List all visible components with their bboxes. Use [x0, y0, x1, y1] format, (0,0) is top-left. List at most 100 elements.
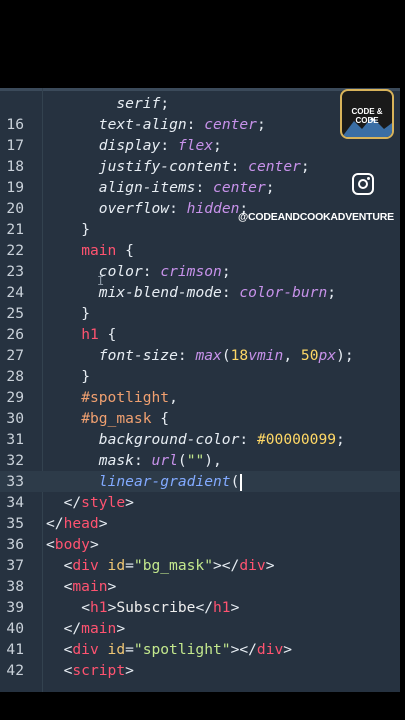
- code-line[interactable]: 22 main {: [0, 240, 400, 261]
- code-token: serif: [116, 95, 161, 112]
- code-line[interactable]: 17 display: flex;: [0, 135, 400, 156]
- code-token: ;: [327, 284, 337, 301]
- code-token: :: [160, 137, 178, 154]
- code-line[interactable]: 30 #bg_mask {: [0, 408, 400, 429]
- code-token: head: [63, 515, 99, 532]
- code-editor[interactable]: serif; 16 text-align: center; 17 display: fl…: [0, 88, 400, 692]
- line-number: 18: [6, 158, 24, 175]
- code-line[interactable]: 31 background-color: #00000099;: [0, 429, 400, 450]
- code-text: <div id="spotlight"></div>: [64, 639, 292, 660]
- code-token: center: [248, 158, 301, 175]
- code-token: ),: [204, 452, 222, 469]
- line-number: 25: [6, 305, 24, 322]
- code-line[interactable]: 35 </head>: [0, 513, 400, 534]
- code-token: >: [283, 641, 293, 658]
- code-line[interactable]: 37 <div id="bg_mask"></div>: [0, 555, 400, 576]
- code-text: #bg_mask {: [81, 408, 169, 429]
- code-line[interactable]: 19 align-items: center;: [0, 177, 400, 198]
- code-text: h1 {: [81, 324, 116, 345]
- code-line[interactable]: 34 </style>: [0, 492, 400, 513]
- text-cursor: [240, 473, 243, 491]
- code-token: }: [81, 221, 90, 238]
- code-token: ></: [230, 641, 257, 658]
- line-number: 33: [6, 473, 24, 490]
- line-number: 24: [6, 284, 24, 301]
- code-line[interactable]: 40 </main>: [0, 618, 400, 639]
- line-number: 29: [6, 389, 24, 406]
- code-token: main: [72, 578, 108, 595]
- code-token: <: [46, 536, 55, 553]
- code-token: main: [81, 242, 117, 259]
- code-token: =: [125, 557, 134, 574]
- code-token: ,: [283, 347, 301, 364]
- code-token: >: [265, 557, 275, 574]
- code-line[interactable]: 36 <body>: [0, 534, 400, 555]
- code-token: ;: [265, 179, 275, 196]
- code-text: main {: [81, 240, 134, 261]
- code-text: overflow: hidden;: [99, 198, 248, 219]
- code-token: "spotlight": [133, 641, 231, 658]
- line-number: 21: [6, 221, 24, 238]
- code-token: (: [221, 347, 231, 364]
- code-line[interactable]: 24 mix-blend-mode: color-burn;: [0, 282, 400, 303]
- code-token: >: [125, 662, 134, 679]
- code-text: mix-blend-mode: color-burn;: [99, 282, 336, 303]
- code-line[interactable]: 18 justify-content: center;: [0, 156, 400, 177]
- code-token: crimson: [160, 263, 222, 280]
- code-token: :: [239, 431, 257, 448]
- line-number: 37: [6, 557, 24, 574]
- code-token: h1: [81, 326, 99, 343]
- code-line[interactable]: 33 linear-gradient(: [0, 471, 400, 492]
- code-text: }: [81, 366, 90, 387]
- line-number: 42: [6, 662, 24, 679]
- code-token: px: [318, 347, 337, 364]
- code-token: =: [125, 641, 134, 658]
- code-line[interactable]: 29 #spotlight,: [0, 387, 400, 408]
- code-text: <script>: [64, 660, 134, 681]
- code-token: text-align: [98, 116, 187, 133]
- code-text: display: flex;: [99, 135, 222, 156]
- code-token: ;: [336, 431, 345, 448]
- code-token: }: [81, 368, 90, 385]
- code-token: hidden: [186, 200, 240, 217]
- code-line[interactable]: 32 mask: url(""),: [0, 450, 400, 471]
- code-token: :: [142, 263, 161, 280]
- code-line[interactable]: 41 <div id="spotlight"></div>: [0, 639, 400, 660]
- code-token: div: [256, 641, 284, 658]
- code-token: </: [195, 599, 214, 616]
- code-token: >: [230, 599, 240, 616]
- code-token: :: [133, 452, 152, 469]
- code-token: style: [81, 494, 126, 511]
- code-token: url: [151, 452, 178, 469]
- channel-handle: @CODEANDCOOKADVENTURE: [238, 211, 394, 223]
- code-token: ></: [212, 557, 240, 574]
- code-line[interactable]: 23 color: crimson;: [0, 261, 400, 282]
- code-text: </head>: [46, 513, 108, 534]
- code-token: >: [98, 515, 108, 532]
- code-token: h1: [89, 599, 108, 616]
- code-token: </: [63, 620, 82, 637]
- line-number: 27: [6, 347, 24, 364]
- code-line[interactable]: 38 <main>: [0, 576, 400, 597]
- editor-top-border: [0, 88, 400, 91]
- code-token: :: [195, 179, 214, 196]
- code-token: center: [213, 179, 266, 196]
- code-line[interactable]: 42 <script>: [0, 660, 400, 681]
- code-line[interactable]: 27 font-size: max(18vmin, 50px);: [0, 345, 400, 366]
- code-token: :: [177, 347, 196, 364]
- line-number: 30: [6, 410, 24, 427]
- code-token: <: [81, 599, 90, 616]
- code-token: display: [98, 137, 161, 154]
- code-line[interactable]: 25}: [0, 303, 400, 324]
- code-text: }: [81, 219, 90, 240]
- code-token: </: [63, 494, 82, 511]
- line-number: 31: [6, 431, 24, 448]
- code-text: justify-content: center;: [99, 156, 310, 177]
- code-token: </: [46, 515, 64, 532]
- code-line[interactable]: 39 <h1>Subscribe</h1>: [0, 597, 400, 618]
- code-token: div: [239, 557, 266, 574]
- line-number: 35: [6, 515, 24, 532]
- code-line[interactable]: 26 h1 {: [0, 324, 400, 345]
- code-line[interactable]: 28}: [0, 366, 400, 387]
- code-token: linear-gradient: [98, 473, 231, 490]
